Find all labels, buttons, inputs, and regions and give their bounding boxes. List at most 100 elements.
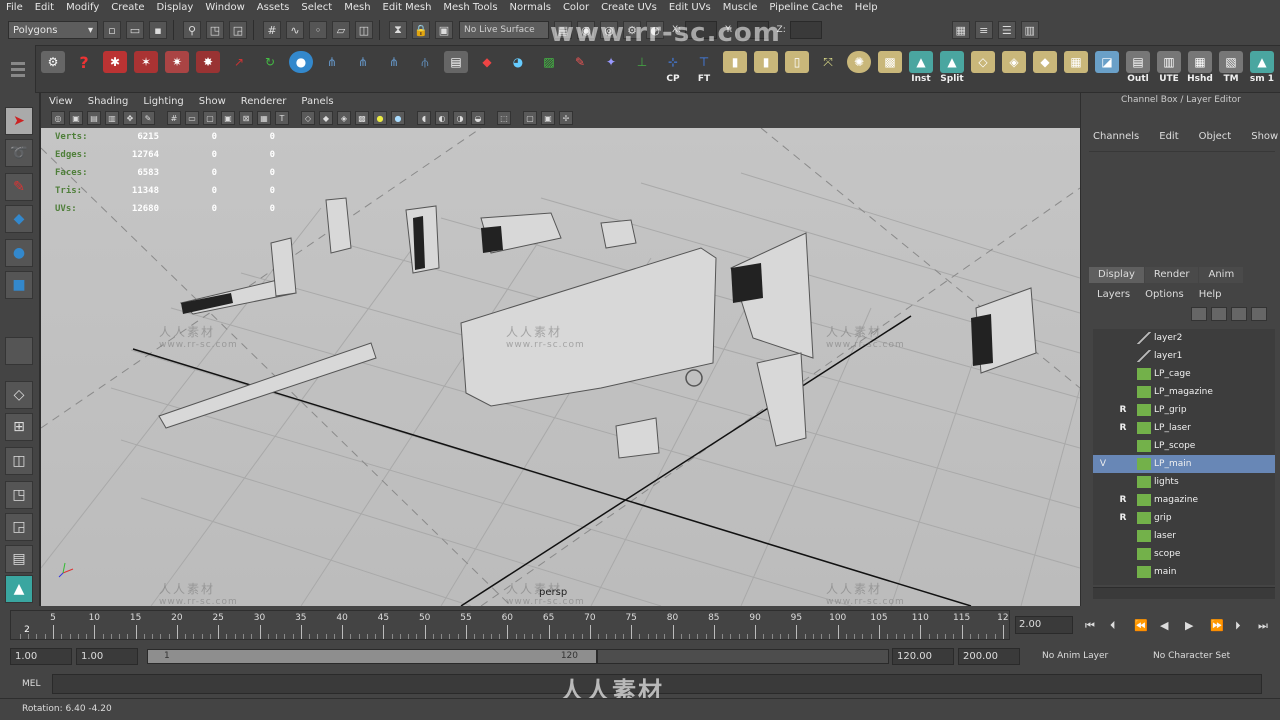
make-live-icon[interactable]: ◫ <box>355 21 373 39</box>
menu-set-selector[interactable]: Polygons ▾ <box>8 21 98 39</box>
layer-display-type-toggle[interactable] <box>1115 547 1131 561</box>
new-empty-layer-icon[interactable] <box>1231 307 1247 321</box>
layer-visibility-toggle[interactable] <box>1095 547 1111 561</box>
shelf-tool-32[interactable]: ▦ <box>1062 51 1090 87</box>
channel-box-icon[interactable]: ▥ <box>1020 21 1039 39</box>
select-by-hierarchy-icon[interactable]: ⚲ <box>183 21 201 39</box>
menu-item-select[interactable]: Select <box>295 0 338 15</box>
tab-anim[interactable]: Anim <box>1199 267 1244 283</box>
layer-row[interactable]: layer1 <box>1093 347 1275 365</box>
select-tool-icon[interactable]: ➤ <box>5 107 33 135</box>
layer-visibility-toggle[interactable] <box>1095 565 1111 579</box>
menu-item-window[interactable]: Window <box>199 0 250 15</box>
safe-action-icon[interactable]: ▦ <box>257 111 271 125</box>
channel-box-menu-object[interactable]: Object <box>1187 131 1240 147</box>
viewport-menu-shading[interactable]: Shading <box>80 96 136 107</box>
layer-visibility-toggle[interactable] <box>1095 529 1111 543</box>
shelf-menu-handle[interactable] <box>0 45 36 93</box>
grid-icon[interactable]: # <box>167 111 181 125</box>
animation-start-field[interactable]: 1.00 <box>10 648 72 665</box>
play-backwards-icon[interactable]: ◀ <box>1160 619 1168 632</box>
scale-tool-icon[interactable]: ■ <box>5 271 33 299</box>
new-scene-icon[interactable]: ▫ <box>103 21 121 39</box>
shelf-tool-13[interactable]: ◆ <box>473 51 501 87</box>
viewport-menu-lighting[interactable]: Lighting <box>135 96 190 107</box>
select-by-component-icon[interactable]: ◲ <box>229 21 247 39</box>
persp-outliner-layout-icon[interactable]: ◫ <box>5 447 33 475</box>
shelf-tool-7[interactable]: ● <box>287 51 315 87</box>
textured-icon[interactable]: ▩ <box>355 111 369 125</box>
layer-color-swatch[interactable] <box>1137 512 1151 524</box>
layer-visibility-toggle[interactable] <box>1095 475 1111 489</box>
layer-row[interactable]: Rgrip <box>1093 509 1275 527</box>
snap-curve-icon[interactable]: ∿ <box>286 21 304 39</box>
layer-color-swatch[interactable] <box>1137 548 1151 560</box>
layer-visibility-toggle[interactable] <box>1095 349 1111 363</box>
layer-visibility-toggle[interactable] <box>1095 385 1111 399</box>
layer-color-swatch[interactable] <box>1137 368 1151 380</box>
layer-color-swatch[interactable] <box>1137 404 1151 416</box>
layer-display-type-toggle[interactable] <box>1115 385 1131 399</box>
menu-item-display[interactable]: Display <box>150 0 199 15</box>
layer-visibility-toggle[interactable] <box>1095 421 1111 435</box>
shelf-tool-18[interactable]: ⊥ <box>628 51 656 87</box>
shelf-inst-button[interactable]: ▲ Inst <box>907 51 935 87</box>
layer-display-type-toggle[interactable]: R <box>1115 403 1131 417</box>
film-gate-icon[interactable]: ▭ <box>185 111 199 125</box>
shadows-icon[interactable]: ● <box>391 111 405 125</box>
shelf-hshd-button[interactable]: ▦ Hshd <box>1186 51 1214 87</box>
menu-item-create-uvs[interactable]: Create UVs <box>595 0 663 15</box>
menu-item-modify[interactable]: Modify <box>60 0 105 15</box>
layer-row[interactable]: lights <box>1093 473 1275 491</box>
camera-attributes-icon[interactable]: ▣ <box>69 111 83 125</box>
layer-display-type-toggle[interactable]: R <box>1115 421 1131 435</box>
channel-box-menu-edit[interactable]: Edit <box>1147 131 1186 147</box>
tool-settings-icon[interactable]: ☰ <box>997 21 1016 39</box>
render-icon[interactable]: ▣ <box>435 21 453 39</box>
current-frame-field[interactable]: 2.00 <box>1015 616 1073 634</box>
layer-display-type-toggle[interactable] <box>1115 565 1131 579</box>
anim-layer-selector[interactable]: No Anim Layer <box>1042 651 1108 661</box>
depth-of-field-icon[interactable]: ◒ <box>471 111 485 125</box>
shelf-tool-12[interactable]: ▤ <box>442 51 470 87</box>
shelf-outl-button[interactable]: ▤ Outl <box>1124 51 1152 87</box>
shelf-tool-21[interactable]: ▮ <box>721 51 749 87</box>
menu-item-color[interactable]: Color <box>557 0 595 15</box>
shelf-tool-1[interactable]: ✱ <box>101 51 129 87</box>
custom-layout-icon[interactable]: ▤ <box>5 545 33 573</box>
go-to-end-icon[interactable]: ⏭ <box>1258 619 1268 633</box>
playback-end-field[interactable]: 120.00 <box>892 648 954 665</box>
move-layer-up-icon[interactable] <box>1191 307 1207 321</box>
layer-row[interactable]: R LP_grip <box>1093 401 1275 419</box>
script-language-toggle[interactable]: MEL <box>0 674 52 694</box>
layer-color-swatch[interactable] <box>1137 332 1151 344</box>
layer-row[interactable]: main <box>1093 563 1275 581</box>
new-layer-from-selected-icon[interactable] <box>1251 307 1267 321</box>
xray-joints-icon[interactable]: ▣ <box>541 111 555 125</box>
playback-start-field[interactable]: 1.00 <box>76 648 138 665</box>
channel-box-menu-channels[interactable]: Channels <box>1081 131 1147 147</box>
layer-list-scrollbar[interactable] <box>1093 587 1275 599</box>
shelf-tool-29[interactable]: ◇ <box>969 51 997 87</box>
step-forward-frame-icon[interactable]: ⏵ <box>1235 619 1241 633</box>
animation-end-field[interactable]: 200.00 <box>958 648 1020 665</box>
shelf-tool-24[interactable]: ⤧ <box>814 51 842 87</box>
layer-color-swatch[interactable] <box>1137 566 1151 578</box>
layer-menu-layers[interactable]: Layers <box>1089 289 1137 300</box>
layer-row[interactable]: scope <box>1093 545 1275 563</box>
go-to-start-icon[interactable]: ⏮ <box>1085 619 1095 633</box>
move-tool-icon[interactable]: ◆ <box>5 205 33 233</box>
layer-color-swatch[interactable] <box>1137 422 1151 434</box>
paint-select-tool-icon[interactable]: ✎ <box>5 173 33 201</box>
viewport-menu-view[interactable]: View <box>41 96 80 107</box>
shelf-tool-14[interactable]: ◕ <box>504 51 532 87</box>
single-perspective-layout-icon[interactable]: ◇ <box>5 381 33 409</box>
playback-range-bar[interactable]: 1 120 <box>147 649 597 664</box>
layer-row[interactable]: LP_scope <box>1093 437 1275 455</box>
perspective-viewport[interactable]: Verts: 6215 0 0 Edges: 12764 0 0 Faces: 6583 0 0 Tri… <box>41 128 1080 606</box>
shelf-ft-button[interactable]: ⊤ FT <box>690 51 718 87</box>
layer-visibility-toggle[interactable] <box>1095 439 1111 453</box>
camera-icon[interactable]: ◎ <box>51 111 65 125</box>
xray-icon[interactable]: ▢ <box>523 111 537 125</box>
live-surface-field[interactable]: No Live Surface <box>459 21 549 39</box>
